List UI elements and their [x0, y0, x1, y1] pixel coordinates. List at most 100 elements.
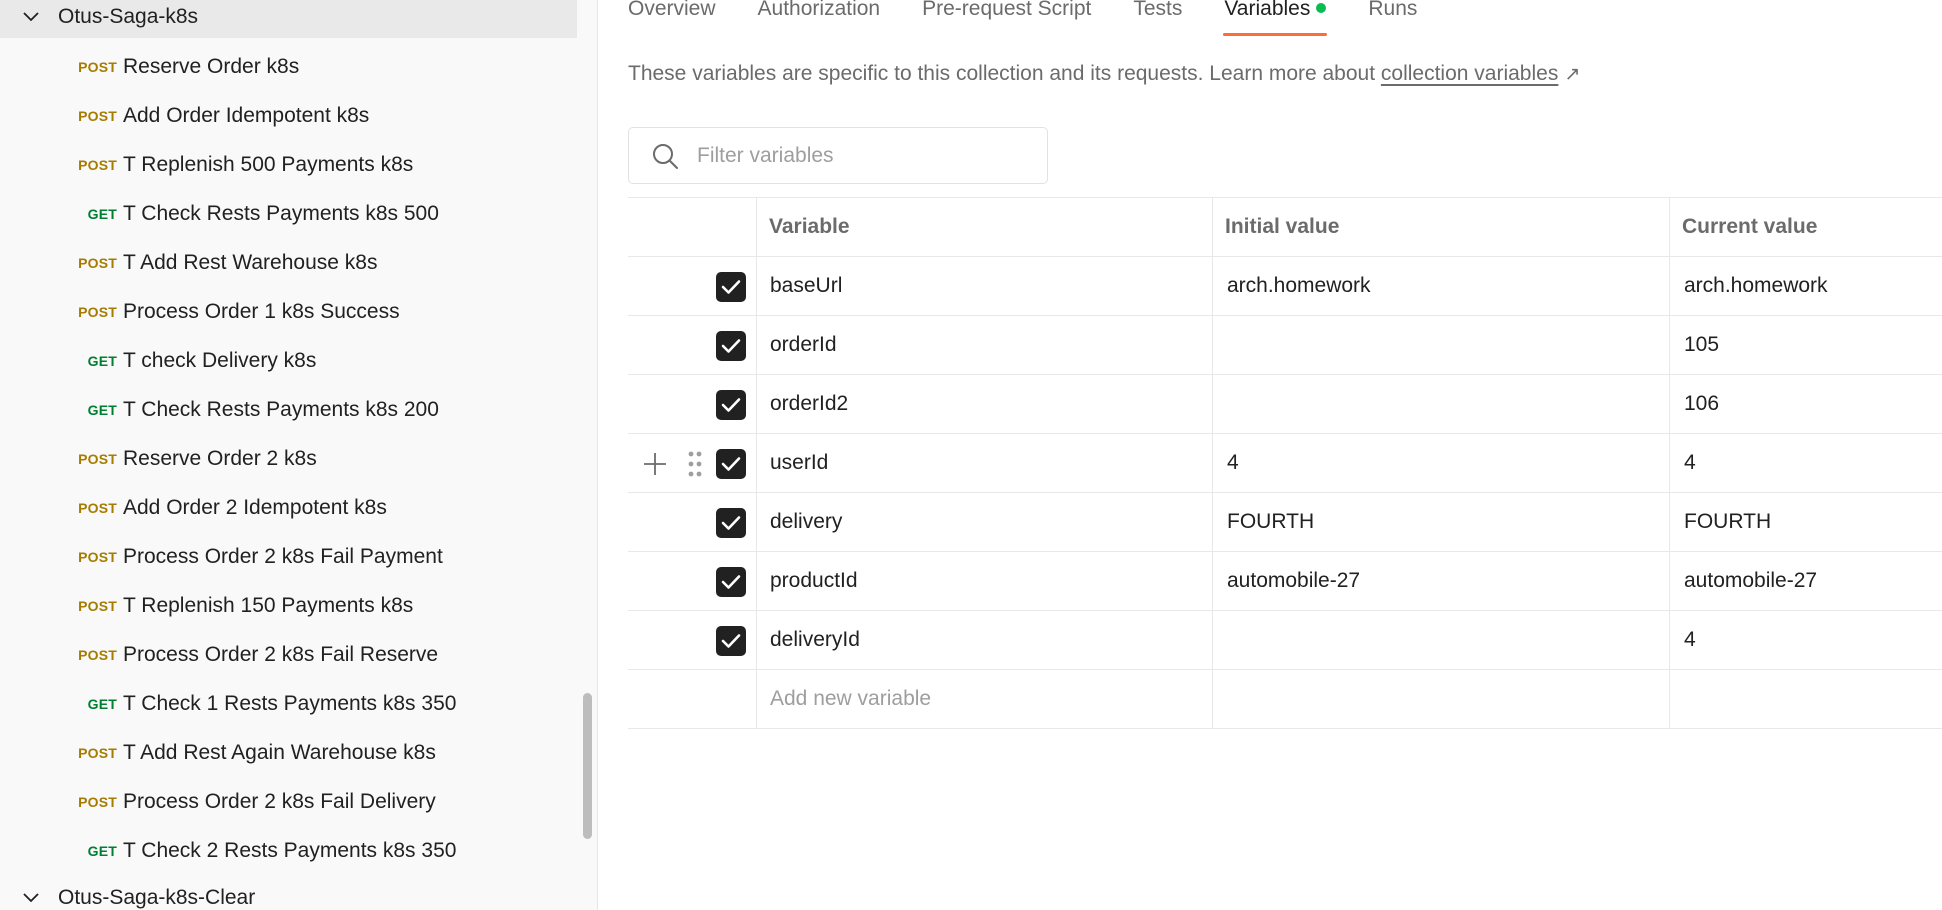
request-item[interactable]: GET T check Delivery k8s	[0, 336, 577, 385]
request-item[interactable]: GET T Check 2 Rests Payments k8s 350	[0, 826, 577, 875]
initial-value-cell[interactable]	[1212, 316, 1669, 374]
tab-runs[interactable]: Runs	[1368, 0, 1417, 36]
new-initial-cell[interactable]	[1212, 670, 1669, 728]
variable-cell[interactable]: orderId2	[756, 375, 1212, 433]
request-item[interactable]: POST T Add Rest Again Warehouse k8s	[0, 728, 577, 777]
request-item[interactable]: POST Add Order 2 Idempotent k8s	[0, 483, 577, 532]
add-row-icon[interactable]	[642, 451, 668, 477]
variable-cell[interactable]: productId	[756, 552, 1212, 610]
variable-row: orderId 105	[628, 316, 1942, 375]
initial-value-cell[interactable]: FOURTH	[1212, 493, 1669, 551]
initial-value[interactable]: FOURTH	[1227, 510, 1314, 534]
variable-name[interactable]: orderId2	[770, 392, 848, 416]
chevron-down-icon[interactable]	[23, 9, 39, 25]
tab-label: Runs	[1368, 0, 1418, 20]
variable-cell[interactable]: deliveryId	[756, 611, 1212, 669]
variable-name[interactable]: productId	[770, 569, 858, 593]
initial-value-cell[interactable]: automobile-27	[1212, 552, 1669, 610]
current-value[interactable]: 4	[1684, 628, 1696, 652]
add-new-variable-row[interactable]: Add new variable	[628, 670, 1942, 729]
header-initial-value: Initial value	[1225, 215, 1340, 238]
sidebar-scrollbar[interactable]	[583, 693, 592, 839]
variable-name[interactable]: delivery	[770, 510, 842, 534]
request-item[interactable]: POST Process Order 2 k8s Fail Reserve	[0, 630, 577, 679]
initial-value-cell[interactable]	[1212, 375, 1669, 433]
enabled-checkbox[interactable]	[716, 272, 746, 302]
method-badge: POST	[78, 597, 117, 614]
variable-cell[interactable]: delivery	[756, 493, 1212, 551]
control-cell	[628, 611, 756, 669]
initial-value-cell[interactable]: arch.homework	[1212, 257, 1669, 315]
current-value[interactable]: 105	[1684, 333, 1719, 357]
tab-overview[interactable]: Overview	[628, 0, 716, 36]
enabled-checkbox[interactable]	[716, 626, 746, 656]
variable-name[interactable]: baseUrl	[770, 274, 842, 298]
drag-handle-icon[interactable]	[687, 450, 703, 478]
request-item[interactable]: POST Add Order Idempotent k8s	[0, 91, 577, 140]
collection-variables-link[interactable]: collection variables	[1381, 62, 1558, 85]
tab-pre-request-script[interactable]: Pre-request Script	[922, 0, 1091, 36]
request-item[interactable]: POST Process Order 2 k8s Fail Delivery	[0, 777, 577, 826]
current-value-cell[interactable]: 106	[1669, 375, 1942, 433]
request-item[interactable]: POST Reserve Order 2 k8s	[0, 434, 577, 483]
variable-cell[interactable]: orderId	[756, 316, 1212, 374]
current-value-cell[interactable]: automobile-27	[1669, 552, 1942, 610]
folder-otus-saga-k8s-clear[interactable]: Otus-Saga-k8s-Clear	[0, 877, 577, 910]
method-badge: POST	[78, 450, 117, 467]
tab-label: Tests	[1133, 0, 1183, 20]
new-variable-cell[interactable]: Add new variable	[756, 670, 1212, 728]
chevron-down-icon[interactable]	[23, 890, 39, 906]
folder-otus-saga-k8s[interactable]: Otus-Saga-k8s	[0, 0, 577, 38]
request-item[interactable]: POST Process Order 1 k8s Success	[0, 287, 577, 336]
current-value[interactable]: 4	[1684, 451, 1696, 475]
current-value-cell[interactable]: 4	[1669, 434, 1942, 492]
method-badge: POST	[78, 499, 117, 516]
current-value[interactable]: FOURTH	[1684, 510, 1771, 534]
current-value-cell[interactable]: 105	[1669, 316, 1942, 374]
variable-name[interactable]: orderId	[770, 333, 837, 357]
request-label: T Check Rests Payments k8s 200	[123, 397, 439, 421]
new-current-cell[interactable]	[1669, 670, 1942, 728]
add-new-variable-placeholder[interactable]: Add new variable	[770, 687, 931, 711]
request-item[interactable]: POST Process Order 2 k8s Fail Payment	[0, 532, 577, 581]
variable-name[interactable]: userId	[770, 451, 828, 475]
variable-cell[interactable]: userId	[756, 434, 1212, 492]
current-value-cell[interactable]: 4	[1669, 611, 1942, 669]
request-item[interactable]: GET T Check Rests Payments k8s 200	[0, 385, 577, 434]
filter-variables-box[interactable]	[628, 127, 1048, 184]
current-value[interactable]: arch.homework	[1684, 274, 1828, 298]
tab-tests[interactable]: Tests	[1133, 0, 1182, 36]
initial-value[interactable]: automobile-27	[1227, 569, 1360, 593]
request-label: T Check 1 Rests Payments k8s 350	[123, 691, 457, 715]
request-item[interactable]: POST Reserve Order k8s	[0, 42, 577, 91]
variable-row: deliveryId 4	[628, 611, 1942, 670]
request-item[interactable]: GET T Check Rests Payments k8s 500	[0, 189, 577, 238]
enabled-checkbox[interactable]	[716, 331, 746, 361]
initial-value[interactable]: arch.homework	[1227, 274, 1371, 298]
current-value-cell[interactable]: FOURTH	[1669, 493, 1942, 551]
initial-value[interactable]: 4	[1227, 451, 1239, 475]
initial-value-cell[interactable]	[1212, 611, 1669, 669]
variable-cell[interactable]: baseUrl	[756, 257, 1212, 315]
method-badge: POST	[78, 303, 117, 320]
enabled-checkbox[interactable]	[716, 567, 746, 597]
current-value[interactable]: automobile-27	[1684, 569, 1817, 593]
unsaved-dot-icon	[1316, 3, 1327, 13]
tab-variables[interactable]: Variables	[1223, 0, 1328, 36]
enabled-checkbox[interactable]	[716, 390, 746, 420]
current-value-cell[interactable]: arch.homework	[1669, 257, 1942, 315]
tab-authorization[interactable]: Authorization	[758, 0, 881, 36]
initial-value-cell[interactable]: 4	[1212, 434, 1669, 492]
request-item[interactable]: GET T Check 1 Rests Payments k8s 350	[0, 679, 577, 728]
variable-name[interactable]: deliveryId	[770, 628, 860, 652]
variables-table: Variable Initial value Current value bas…	[628, 197, 1942, 729]
request-item[interactable]: POST T Replenish 150 Payments k8s	[0, 581, 577, 630]
filter-variables-input[interactable]	[697, 143, 1027, 168]
request-label: T Check 2 Rests Payments k8s 350	[123, 838, 457, 862]
enabled-checkbox[interactable]	[716, 449, 746, 479]
request-item[interactable]: POST T Add Rest Warehouse k8s	[0, 238, 577, 287]
tab-label: Overview	[628, 0, 716, 20]
current-value[interactable]: 106	[1684, 392, 1719, 416]
request-item[interactable]: POST T Replenish 500 Payments k8s	[0, 140, 577, 189]
enabled-checkbox[interactable]	[716, 508, 746, 538]
